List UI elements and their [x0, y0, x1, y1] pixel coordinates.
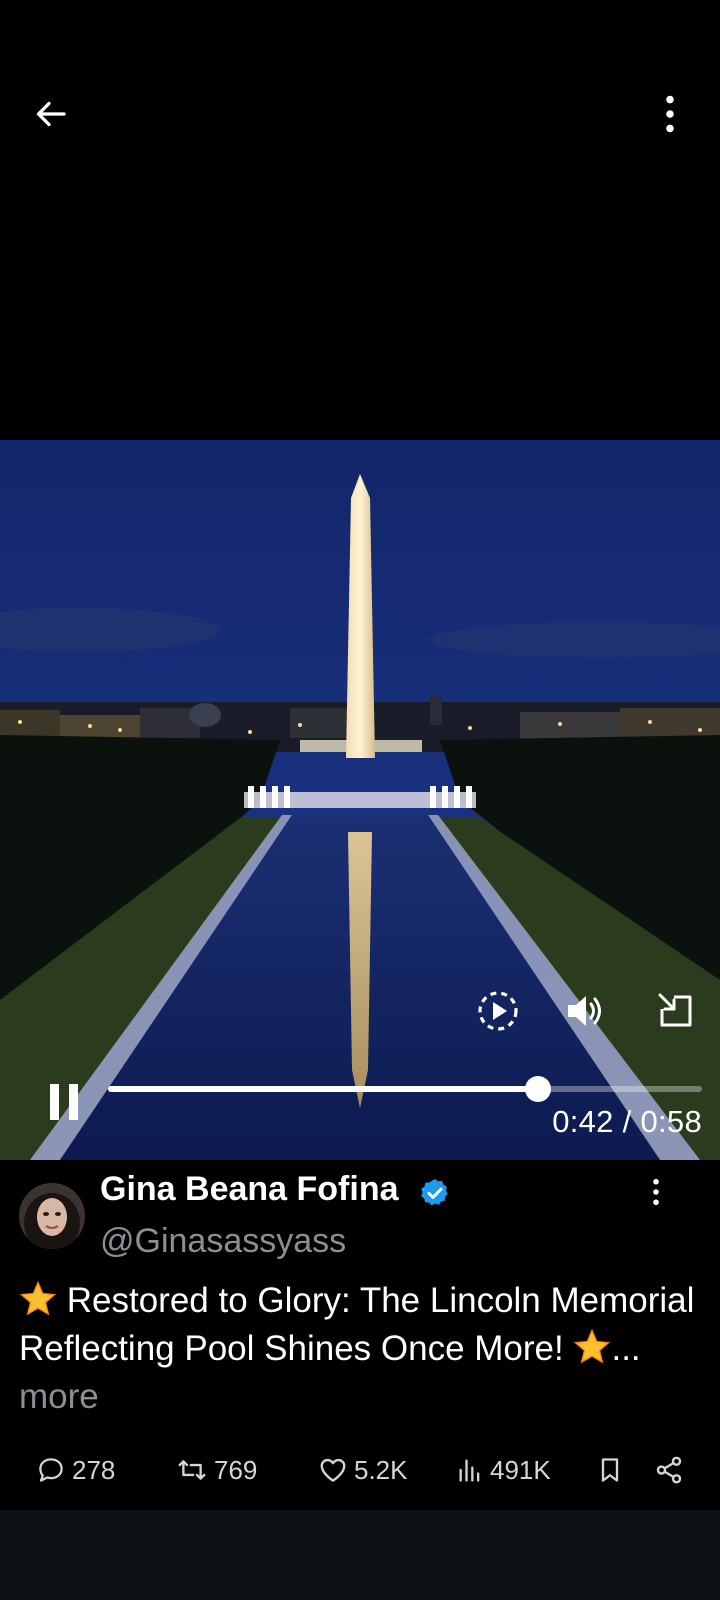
reply-button[interactable]: 278	[36, 1450, 115, 1490]
video-player[interactable]	[0, 440, 720, 1160]
replay-icon	[478, 991, 518, 1031]
like-count: 5.2K	[354, 1454, 408, 1485]
video-frame	[0, 440, 720, 1160]
bottom-bar	[0, 1510, 720, 1600]
star-emoji-icon	[574, 1328, 611, 1364]
show-more-link[interactable]: more	[19, 1377, 99, 1416]
post-more-button[interactable]	[636, 1172, 676, 1212]
avatar[interactable]	[19, 1183, 85, 1249]
more-vertical-icon	[666, 95, 674, 133]
progress-fill	[108, 1086, 539, 1092]
share-icon	[656, 1456, 682, 1484]
reply-icon	[39, 1458, 63, 1482]
back-button[interactable]	[22, 84, 82, 144]
time-display: 0:42 / 0:58	[552, 1104, 702, 1139]
replay-button[interactable]	[472, 985, 524, 1037]
share-button[interactable]	[654, 1450, 690, 1490]
views-chart-icon	[459, 1459, 480, 1482]
pause-button[interactable]	[40, 1078, 88, 1126]
repost-count: 769	[214, 1454, 258, 1485]
bookmark-button[interactable]	[596, 1450, 630, 1490]
volume-icon	[568, 996, 601, 1026]
heart-icon	[320, 1458, 346, 1482]
volume-button[interactable]	[560, 985, 612, 1037]
author-handle[interactable]: @Ginasassyass	[100, 1222, 346, 1261]
repost-icon	[178, 1460, 206, 1480]
progress-thumb[interactable]	[525, 1076, 552, 1102]
arrow-left-icon	[36, 101, 66, 127]
exit-fullscreen-button[interactable]	[650, 985, 702, 1037]
progress-slider[interactable]	[108, 1076, 702, 1102]
bookmark-icon	[601, 1458, 619, 1482]
more-vertical-icon	[653, 1178, 659, 1206]
avatar-image	[19, 1183, 85, 1249]
like-button[interactable]: 5.2K	[318, 1450, 408, 1490]
post-text-ellipsis: ...	[611, 1329, 641, 1368]
pause-icon	[50, 1084, 78, 1120]
views-button[interactable]: 491K	[456, 1450, 551, 1490]
star-emoji-icon	[19, 1280, 57, 1316]
verified-icon	[421, 1179, 448, 1206]
repost-button[interactable]: 769	[176, 1450, 257, 1490]
views-count: 491K	[490, 1454, 551, 1485]
exit-fullscreen-icon	[658, 993, 692, 1027]
reply-count: 278	[72, 1454, 116, 1485]
more-options-button[interactable]	[640, 84, 700, 144]
post-text: Restored to Glory: The Lincoln Memorial …	[19, 1277, 699, 1421]
author-name[interactable]: Gina Beana Fofina	[100, 1170, 399, 1209]
verified-badge	[418, 1176, 452, 1210]
